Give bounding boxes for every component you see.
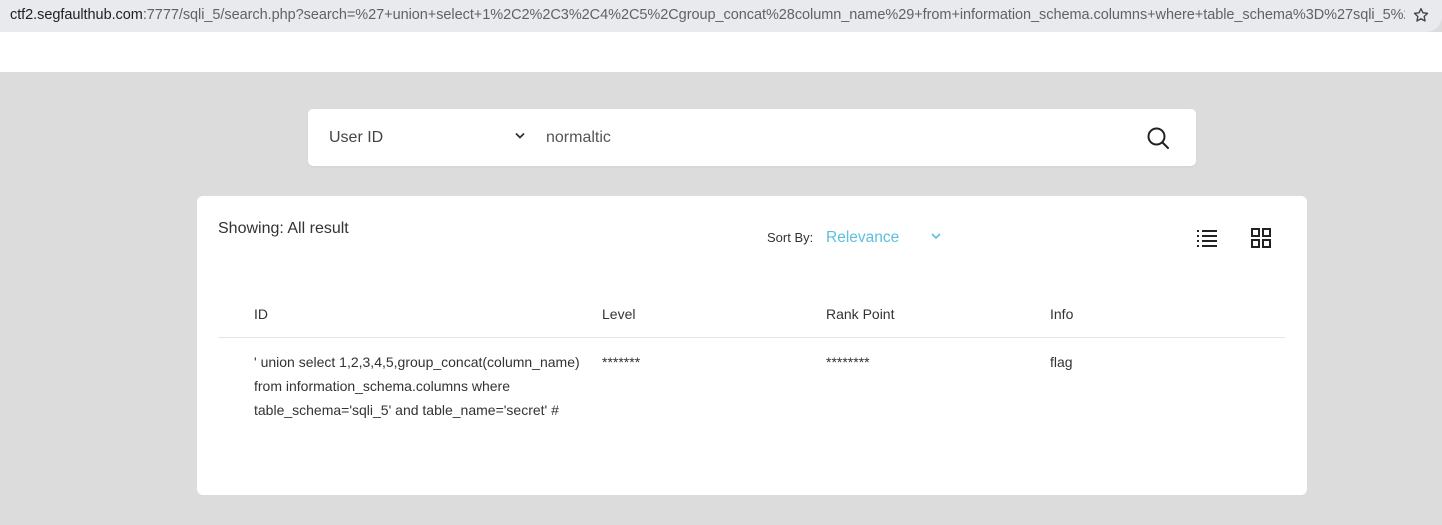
column-header-id: ID [254,306,268,322]
results-panel: Showing: All result Sort By: Relevance I… [197,196,1307,495]
column-header-rank-point: Rank Point [826,306,895,322]
chevron-down-icon[interactable] [930,230,942,242]
cell-id: ' union select 1,2,3,4,5,group_concat(co… [254,354,580,418]
sort-by-label: Sort By: [767,230,814,245]
cell-rank-point: ******** [826,354,870,370]
url-host: ctf2.segfaulthub.com [10,7,143,23]
column-header-level: Level [602,306,636,322]
cell-info: flag [1050,354,1073,370]
results-count: Showing: All result [218,220,349,237]
address-bar[interactable]: ctf2.segfaulthub.com:7777/sqli_5/search.… [0,0,1442,32]
url-path: :7777/sqli_5/search.php?search=%27+union… [142,7,1405,23]
list-view-icon[interactable] [1196,227,1218,249]
sort-by-select[interactable]: Relevance [826,229,899,247]
grid-view-icon[interactable] [1250,227,1272,249]
star-icon[interactable] [1412,6,1432,26]
chevron-down-icon[interactable] [514,129,526,143]
search-icon[interactable] [1146,126,1170,150]
page-header [0,32,1442,72]
url-text[interactable]: ctf2.segfaulthub.com:7777/sqli_5/search.… [10,7,1405,23]
search-field-select[interactable]: User ID [329,129,383,147]
column-header-info: Info [1050,306,1074,322]
search-bar: User ID [308,109,1196,166]
search-input[interactable] [546,129,1106,147]
table-header: ID Level Rank Point Info [218,302,1285,338]
cell-level: ******* [602,354,641,370]
